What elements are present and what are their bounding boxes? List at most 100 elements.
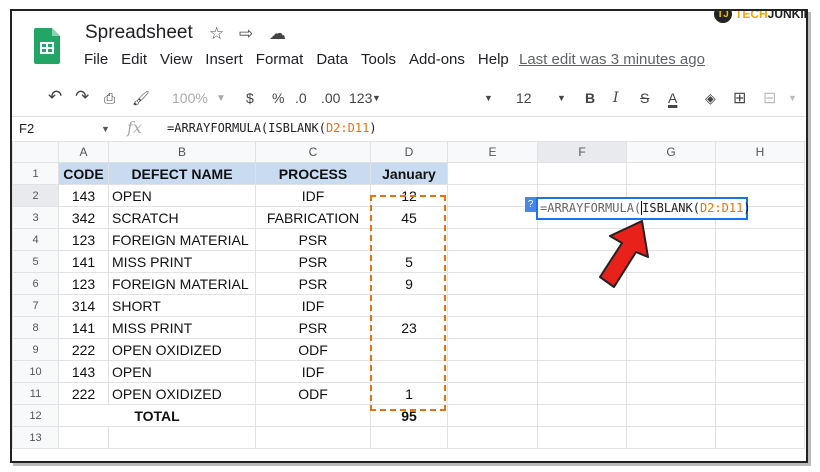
- header-cell-process[interactable]: PROCESS: [255, 162, 371, 185]
- row-header[interactable]: 12: [12, 404, 59, 427]
- cell[interactable]: [447, 272, 538, 295]
- cell[interactable]: [447, 228, 538, 251]
- cell[interactable]: [370, 228, 448, 251]
- cell[interactable]: [715, 382, 805, 405]
- column-header-a[interactable]: A: [58, 141, 109, 163]
- borders-icon[interactable]: ⊞: [733, 88, 746, 108]
- cell[interactable]: [715, 316, 805, 339]
- cell[interactable]: PSR: [255, 272, 371, 295]
- move-folder-icon[interactable]: ⇨: [239, 24, 253, 44]
- cell[interactable]: IDF: [255, 294, 371, 317]
- last-edit-link[interactable]: Last edit was 3 minutes ago: [519, 51, 705, 68]
- cell[interactable]: IDF: [255, 360, 371, 383]
- print-icon[interactable]: ⎙: [104, 90, 115, 107]
- row-header[interactable]: 6: [12, 272, 59, 295]
- cell-formula-editor[interactable]: =ARRAYFORMULA(ISBLANK(D2:D11): [536, 197, 751, 220]
- cell[interactable]: [626, 338, 716, 361]
- total-label-cell[interactable]: TOTAL: [58, 404, 256, 427]
- row-header[interactable]: 11: [12, 382, 59, 405]
- cell[interactable]: [537, 404, 627, 427]
- cell[interactable]: 222: [58, 338, 109, 361]
- cell[interactable]: [370, 426, 448, 449]
- cell[interactable]: [447, 162, 538, 185]
- column-header-c[interactable]: C: [255, 141, 371, 163]
- column-header-f[interactable]: F: [537, 141, 627, 163]
- undo-icon[interactable]: ↶: [48, 87, 62, 107]
- cell[interactable]: [447, 294, 538, 317]
- star-icon[interactable]: ☆: [209, 24, 224, 44]
- cell[interactable]: [370, 294, 448, 317]
- row-header[interactable]: 9: [12, 338, 59, 361]
- font-chevron-icon[interactable]: ▼: [484, 93, 493, 103]
- row-header[interactable]: 7: [12, 294, 59, 317]
- font-size-select[interactable]: 12: [516, 90, 532, 106]
- column-header-e[interactable]: E: [447, 141, 538, 163]
- cell[interactable]: [537, 294, 627, 317]
- column-header-d[interactable]: D: [370, 141, 448, 163]
- cell[interactable]: OPEN OXIDIZED: [108, 382, 256, 405]
- cell[interactable]: [447, 250, 538, 273]
- cell[interactable]: [626, 360, 716, 383]
- cell[interactable]: ODF: [255, 382, 371, 405]
- cell[interactable]: 9: [370, 272, 448, 295]
- cell[interactable]: [255, 426, 371, 449]
- cell[interactable]: [255, 404, 371, 427]
- bold-button[interactable]: B: [585, 90, 595, 106]
- cell[interactable]: [715, 360, 805, 383]
- fill-color-icon[interactable]: ◈: [705, 90, 716, 107]
- cell[interactable]: OPEN: [108, 184, 256, 207]
- cell[interactable]: PSR: [255, 316, 371, 339]
- header-cell-code[interactable]: CODE: [58, 162, 109, 185]
- total-value-cell[interactable]: 95: [370, 404, 448, 427]
- cell[interactable]: [447, 206, 538, 229]
- cell[interactable]: MISS PRINT: [108, 316, 256, 339]
- sheets-logo-icon[interactable]: [34, 28, 60, 64]
- cell[interactable]: 5: [370, 250, 448, 273]
- header-cell-january[interactable]: January: [370, 162, 448, 185]
- percent-button[interactable]: %: [272, 90, 284, 106]
- cell[interactable]: SCRATCH: [108, 206, 256, 229]
- cell[interactable]: OPEN: [108, 360, 256, 383]
- cell[interactable]: 12: [370, 184, 448, 207]
- row-header[interactable]: 10: [12, 360, 59, 383]
- more-formats-chevron-icon[interactable]: ▼: [372, 93, 381, 103]
- cell[interactable]: [626, 382, 716, 405]
- cell[interactable]: [370, 360, 448, 383]
- decrease-decimal-button[interactable]: .0: [295, 90, 307, 106]
- row-header[interactable]: 8: [12, 316, 59, 339]
- italic-button[interactable]: I: [613, 90, 619, 106]
- cell[interactable]: 222: [58, 382, 109, 405]
- merge-chevron-icon[interactable]: ▼: [788, 93, 797, 103]
- cell[interactable]: [447, 184, 538, 207]
- cell[interactable]: [626, 426, 716, 449]
- column-header-g[interactable]: G: [626, 141, 716, 163]
- cell[interactable]: [447, 338, 538, 361]
- menu-addons[interactable]: Add-ons: [409, 51, 465, 68]
- cell[interactable]: PSR: [255, 228, 371, 251]
- formula-input[interactable]: =ARRAYFORMULA(ISBLANK(D2:D11): [167, 121, 377, 135]
- cell[interactable]: 342: [58, 206, 109, 229]
- menu-format[interactable]: Format: [256, 51, 304, 68]
- cell[interactable]: 141: [58, 250, 109, 273]
- cell[interactable]: [537, 162, 627, 185]
- cell[interactable]: [537, 360, 627, 383]
- row-header[interactable]: 3: [12, 206, 59, 229]
- cell[interactable]: [537, 316, 627, 339]
- name-box[interactable]: F2: [19, 121, 34, 136]
- row-header[interactable]: 1: [12, 162, 59, 185]
- cell[interactable]: [537, 338, 627, 361]
- cell[interactable]: [715, 162, 805, 185]
- cell[interactable]: [715, 404, 805, 427]
- cell[interactable]: [537, 382, 627, 405]
- cell[interactable]: 314: [58, 294, 109, 317]
- cell[interactable]: [626, 316, 716, 339]
- cell[interactable]: OPEN OXIDIZED: [108, 338, 256, 361]
- header-cell-defect-name[interactable]: DEFECT NAME: [108, 162, 256, 185]
- cell[interactable]: [626, 404, 716, 427]
- cell[interactable]: [626, 162, 716, 185]
- row-header[interactable]: 4: [12, 228, 59, 251]
- strikethrough-button[interactable]: S: [640, 90, 649, 106]
- cell[interactable]: [715, 294, 805, 317]
- cell[interactable]: 45: [370, 206, 448, 229]
- cell[interactable]: [447, 360, 538, 383]
